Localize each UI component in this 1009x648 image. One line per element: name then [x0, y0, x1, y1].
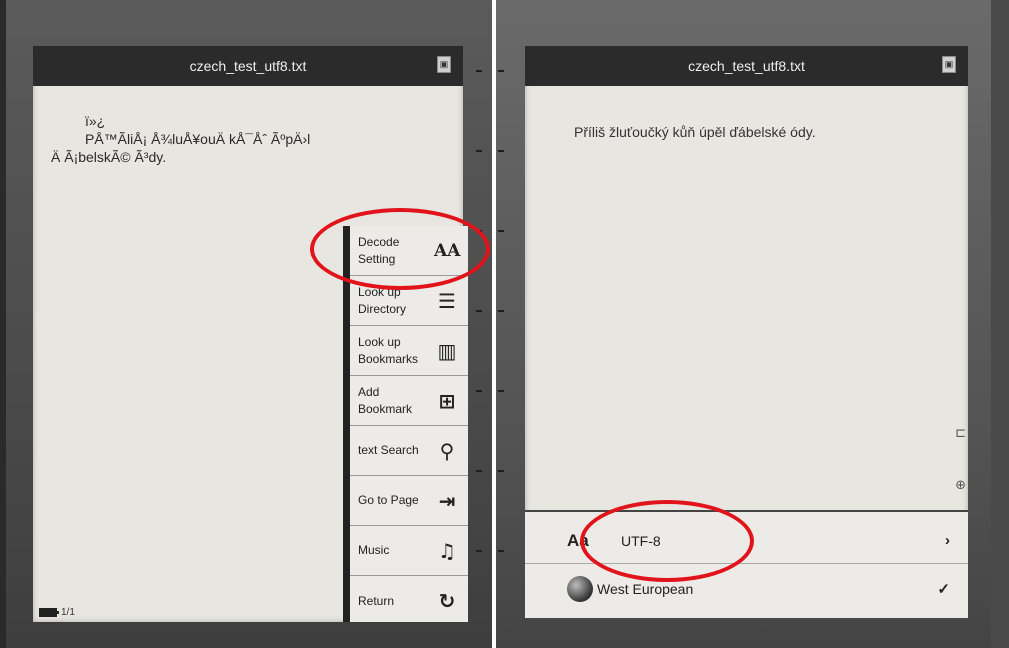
right-ereader-screen: czech_test_utf8.txt ▣ Příliš žluťoučký k…	[525, 46, 968, 618]
garbled-document-text: ï»¿ PÅ™Ã­liÅ¡ Å¾luÅ¥ouÄ kÅ¯Åˆ ÃºpÄ›l Ä Ã…	[51, 112, 391, 166]
garbled-line-1: ï»¿	[85, 113, 106, 129]
zoom-in-icon[interactable]: ⊕	[955, 478, 966, 493]
menu-item-add-bookmark[interactable]: Add Bookmark ⊞	[350, 376, 468, 426]
menu-label: Go to Page	[358, 493, 419, 507]
decode-option-west-european[interactable]: West European ✓	[525, 566, 968, 612]
device-edge	[991, 0, 1009, 648]
title-bar: czech_test_utf8.txt ▣	[525, 46, 968, 86]
menu-label: text Search	[358, 443, 419, 457]
image-icon[interactable]: ▣	[437, 56, 451, 73]
decode-option-label: UTF-8	[621, 532, 661, 549]
menu-label: Return	[358, 593, 395, 608]
font-size-icon: AA	[434, 240, 461, 261]
garbled-line-3: Ä Ã¡belskÃ© Ã³dy.	[51, 149, 167, 165]
open-book-icon: ▥	[437, 338, 457, 363]
menu-item-music[interactable]: Music ♫	[350, 526, 468, 576]
font-icon: Aa	[567, 530, 589, 550]
left-ereader-screen: czech_test_utf8.txt ▣ ï»¿ PÅ™Ã­liÅ¡ Å¾lu…	[33, 46, 468, 622]
menu-item-decode-setting[interactable]: Decode Setting AA	[350, 226, 468, 276]
menu-item-go-to-page[interactable]: Go to Page ⇥	[350, 476, 468, 526]
return-icon: ↻	[438, 589, 456, 613]
decoded-document-text: Příliš žluťoučký kůň úpěl ďábelské ódy.	[574, 124, 816, 140]
page-indicator: 1/1	[61, 607, 75, 618]
menu-label: Look up Directory	[358, 284, 407, 316]
menu-item-look-up-directory[interactable]: Look up Directory ☰	[350, 276, 468, 326]
directory-icon: ☰	[438, 288, 456, 313]
bookmark-tool-icon[interactable]: ⊏	[955, 426, 966, 441]
document-title: czech_test_utf8.txt	[688, 58, 805, 74]
menu-label: Decode Setting	[358, 234, 400, 266]
bezel-ticks	[498, 40, 504, 640]
device-edge	[0, 0, 6, 648]
chevron-right-icon: ›	[945, 532, 950, 549]
document-title: czech_test_utf8.txt	[189, 58, 307, 74]
menu-item-return[interactable]: Return ↻	[350, 576, 468, 626]
add-bookmark-icon: ⊞	[438, 388, 456, 413]
right-device-photo: czech_test_utf8.txt ▣ Příliš žluťoučký k…	[496, 0, 1009, 648]
left-device-photo: czech_test_utf8.txt ▣ ï»¿ PÅ™Ã­liÅ¡ Å¾lu…	[0, 0, 492, 648]
decode-option-utf8[interactable]: Aa UTF-8 ›	[525, 518, 968, 564]
battery-icon	[39, 608, 59, 617]
globe-icon	[567, 576, 593, 602]
menu-label: Music	[358, 543, 390, 557]
menu-label: Look up Bookmarks	[358, 334, 419, 366]
goto-page-icon: ⇥	[438, 488, 456, 513]
search-icon: ⚲	[439, 438, 455, 463]
decode-setting-panel: Aa UTF-8 › West European ✓	[525, 510, 968, 618]
status-bar: 1/1	[39, 607, 75, 618]
music-icon: ♫	[438, 538, 456, 563]
title-bar: czech_test_utf8.txt ▣	[33, 46, 463, 86]
menu-label: Add Bookmark	[358, 384, 413, 416]
garbled-line-2: PÅ™Ã­liÅ¡ Å¾luÅ¥ouÄ kÅ¯Åˆ ÃºpÄ›l	[85, 131, 311, 147]
decode-option-label: West European	[597, 581, 694, 597]
menu-item-look-up-bookmarks[interactable]: Look up Bookmarks ▥	[350, 326, 468, 376]
image-icon[interactable]: ▣	[942, 56, 956, 73]
checkmark-icon: ✓	[937, 581, 950, 598]
reader-side-menu: Decode Setting AA Look up Directory ☰ Lo…	[343, 226, 468, 622]
menu-item-text-search[interactable]: text Search ⚲	[350, 426, 468, 476]
bezel-ticks	[476, 40, 482, 640]
